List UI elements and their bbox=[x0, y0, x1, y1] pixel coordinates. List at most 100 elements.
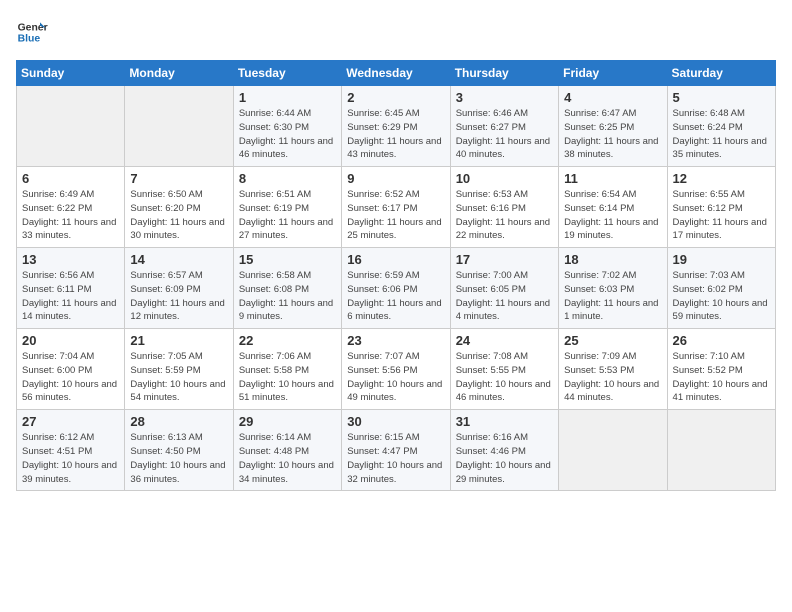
calendar-cell: 25Sunrise: 7:09 AM Sunset: 5:53 PM Dayli… bbox=[559, 329, 667, 410]
calendar-cell bbox=[125, 86, 233, 167]
calendar-cell: 19Sunrise: 7:03 AM Sunset: 6:02 PM Dayli… bbox=[667, 248, 775, 329]
day-number: 13 bbox=[22, 252, 119, 267]
calendar-cell: 14 Sunrise: 6:57 AM Sunset: 6:09 PM Dayli… bbox=[125, 248, 233, 329]
week-row-5: 27Sunrise: 6:12 AM Sunset: 4:51 PM Dayli… bbox=[17, 410, 776, 491]
day-info: Sunrise: 7:06 AM Sunset: 5:58 PM Dayligh… bbox=[239, 350, 336, 405]
day-number: 8 bbox=[239, 171, 336, 186]
day-info: Sunrise: 6:55 AM Sunset: 6:12 PM Dayligh… bbox=[673, 188, 770, 243]
calendar-cell: 4 Sunrise: 6:47 AM Sunset: 6:25 PM Daylig… bbox=[559, 86, 667, 167]
day-number: 23 bbox=[347, 333, 444, 348]
day-info: Sunrise: 6:53 AM Sunset: 6:16 PM Dayligh… bbox=[456, 188, 553, 243]
calendar-cell: 5 Sunrise: 6:48 AM Sunset: 6:24 PM Daylig… bbox=[667, 86, 775, 167]
weekday-header-wednesday: Wednesday bbox=[342, 61, 450, 86]
day-number: 14 bbox=[130, 252, 227, 267]
day-info: Sunrise: 6:52 AM Sunset: 6:17 PM Dayligh… bbox=[347, 188, 444, 243]
logo: General Blue bbox=[16, 16, 54, 48]
day-info: Sunrise: 6:13 AM Sunset: 4:50 PM Dayligh… bbox=[130, 431, 227, 486]
calendar-cell: 27Sunrise: 6:12 AM Sunset: 4:51 PM Dayli… bbox=[17, 410, 125, 491]
calendar-cell: 22 Sunrise: 7:06 AM Sunset: 5:58 PM Dayli… bbox=[233, 329, 341, 410]
day-info: Sunrise: 6:54 AM Sunset: 6:14 PM Dayligh… bbox=[564, 188, 661, 243]
day-number: 22 bbox=[239, 333, 336, 348]
day-number: 4 bbox=[564, 90, 661, 105]
day-info: Sunrise: 7:02 AM Sunset: 6:03 PM Dayligh… bbox=[564, 269, 661, 324]
calendar-cell: 28 Sunrise: 6:13 AM Sunset: 4:50 PM Dayli… bbox=[125, 410, 233, 491]
calendar-cell: 12 Sunrise: 6:55 AM Sunset: 6:12 PM Dayli… bbox=[667, 167, 775, 248]
week-row-1: 1 Sunrise: 6:44 AM Sunset: 6:30 PM Daylig… bbox=[17, 86, 776, 167]
day-number: 31 bbox=[456, 414, 553, 429]
calendar-cell: 16 Sunrise: 6:59 AM Sunset: 6:06 PM Dayli… bbox=[342, 248, 450, 329]
day-number: 9 bbox=[347, 171, 444, 186]
calendar-cell: 20Sunrise: 7:04 AM Sunset: 6:00 PM Dayli… bbox=[17, 329, 125, 410]
day-info: Sunrise: 6:49 AM Sunset: 6:22 PM Dayligh… bbox=[22, 188, 119, 243]
calendar-cell: 24 Sunrise: 7:08 AM Sunset: 5:55 PM Dayli… bbox=[450, 329, 558, 410]
logo-icon: General Blue bbox=[16, 16, 48, 48]
day-info: Sunrise: 6:14 AM Sunset: 4:48 PM Dayligh… bbox=[239, 431, 336, 486]
day-number: 7 bbox=[130, 171, 227, 186]
week-row-3: 13 Sunrise: 6:56 AM Sunset: 6:11 PM Dayli… bbox=[17, 248, 776, 329]
day-number: 6 bbox=[22, 171, 119, 186]
calendar-cell: 29 Sunrise: 6:14 AM Sunset: 4:48 PM Dayli… bbox=[233, 410, 341, 491]
day-number: 12 bbox=[673, 171, 770, 186]
day-info: Sunrise: 7:05 AM Sunset: 5:59 PM Dayligh… bbox=[130, 350, 227, 405]
calendar-cell: 13 Sunrise: 6:56 AM Sunset: 6:11 PM Dayli… bbox=[17, 248, 125, 329]
svg-text:General: General bbox=[18, 22, 48, 33]
day-number: 17 bbox=[456, 252, 553, 267]
day-info: Sunrise: 6:59 AM Sunset: 6:06 PM Dayligh… bbox=[347, 269, 444, 324]
calendar-cell bbox=[559, 410, 667, 491]
svg-text:Blue: Blue bbox=[18, 34, 41, 45]
day-number: 20 bbox=[22, 333, 119, 348]
day-info: Sunrise: 6:48 AM Sunset: 6:24 PM Dayligh… bbox=[673, 107, 770, 162]
day-info: Sunrise: 6:47 AM Sunset: 6:25 PM Dayligh… bbox=[564, 107, 661, 162]
calendar-cell: 18Sunrise: 7:02 AM Sunset: 6:03 PM Dayli… bbox=[559, 248, 667, 329]
calendar-cell: 15Sunrise: 6:58 AM Sunset: 6:08 PM Dayli… bbox=[233, 248, 341, 329]
calendar-cell: 23 Sunrise: 7:07 AM Sunset: 5:56 PM Dayli… bbox=[342, 329, 450, 410]
calendar-cell: 26 Sunrise: 7:10 AM Sunset: 5:52 PM Dayli… bbox=[667, 329, 775, 410]
calendar-cell: 8 Sunrise: 6:51 AM Sunset: 6:19 PM Daylig… bbox=[233, 167, 341, 248]
calendar-table: SundayMondayTuesdayWednesdayThursdayFrid… bbox=[16, 60, 776, 491]
day-info: Sunrise: 6:57 AM Sunset: 6:09 PM Dayligh… bbox=[130, 269, 227, 324]
day-number: 25 bbox=[564, 333, 661, 348]
page-container: General Blue SundayMondayTuesdayWednesda… bbox=[0, 0, 792, 507]
weekday-header-sunday: Sunday bbox=[17, 61, 125, 86]
day-info: Sunrise: 6:46 AM Sunset: 6:27 PM Dayligh… bbox=[456, 107, 553, 162]
calendar-cell: 2Sunrise: 6:45 AM Sunset: 6:29 PM Daylig… bbox=[342, 86, 450, 167]
calendar-cell: 21 Sunrise: 7:05 AM Sunset: 5:59 PM Dayli… bbox=[125, 329, 233, 410]
day-info: Sunrise: 7:08 AM Sunset: 5:55 PM Dayligh… bbox=[456, 350, 553, 405]
day-number: 19 bbox=[673, 252, 770, 267]
day-number: 10 bbox=[456, 171, 553, 186]
weekday-header-thursday: Thursday bbox=[450, 61, 558, 86]
day-number: 30 bbox=[347, 414, 444, 429]
day-number: 26 bbox=[673, 333, 770, 348]
day-info: Sunrise: 6:16 AM Sunset: 4:46 PM Dayligh… bbox=[456, 431, 553, 486]
day-number: 16 bbox=[347, 252, 444, 267]
day-number: 29 bbox=[239, 414, 336, 429]
day-info: Sunrise: 6:44 AM Sunset: 6:30 PM Dayligh… bbox=[239, 107, 336, 162]
calendar-cell bbox=[17, 86, 125, 167]
calendar-cell: 7 Sunrise: 6:50 AM Sunset: 6:20 PM Daylig… bbox=[125, 167, 233, 248]
header: General Blue bbox=[16, 16, 776, 48]
calendar-cell: 30 Sunrise: 6:15 AM Sunset: 4:47 PM Dayli… bbox=[342, 410, 450, 491]
calendar-cell bbox=[667, 410, 775, 491]
day-number: 24 bbox=[456, 333, 553, 348]
day-number: 27 bbox=[22, 414, 119, 429]
day-info: Sunrise: 7:10 AM Sunset: 5:52 PM Dayligh… bbox=[673, 350, 770, 405]
day-info: Sunrise: 6:50 AM Sunset: 6:20 PM Dayligh… bbox=[130, 188, 227, 243]
weekday-header-tuesday: Tuesday bbox=[233, 61, 341, 86]
day-number: 28 bbox=[130, 414, 227, 429]
calendar-cell: 3 Sunrise: 6:46 AM Sunset: 6:27 PM Daylig… bbox=[450, 86, 558, 167]
day-number: 21 bbox=[130, 333, 227, 348]
day-info: Sunrise: 6:56 AM Sunset: 6:11 PM Dayligh… bbox=[22, 269, 119, 324]
day-info: Sunrise: 6:15 AM Sunset: 4:47 PM Dayligh… bbox=[347, 431, 444, 486]
day-number: 5 bbox=[673, 90, 770, 105]
day-info: Sunrise: 6:51 AM Sunset: 6:19 PM Dayligh… bbox=[239, 188, 336, 243]
day-number: 3 bbox=[456, 90, 553, 105]
day-info: Sunrise: 7:07 AM Sunset: 5:56 PM Dayligh… bbox=[347, 350, 444, 405]
calendar-cell: 31 Sunrise: 6:16 AM Sunset: 4:46 PM Dayli… bbox=[450, 410, 558, 491]
week-row-2: 6 Sunrise: 6:49 AM Sunset: 6:22 PM Daylig… bbox=[17, 167, 776, 248]
calendar-cell: 6 Sunrise: 6:49 AM Sunset: 6:22 PM Daylig… bbox=[17, 167, 125, 248]
day-number: 2 bbox=[347, 90, 444, 105]
day-number: 1 bbox=[239, 90, 336, 105]
calendar-cell: 1 Sunrise: 6:44 AM Sunset: 6:30 PM Daylig… bbox=[233, 86, 341, 167]
weekday-header-monday: Monday bbox=[125, 61, 233, 86]
weekday-header-saturday: Saturday bbox=[667, 61, 775, 86]
